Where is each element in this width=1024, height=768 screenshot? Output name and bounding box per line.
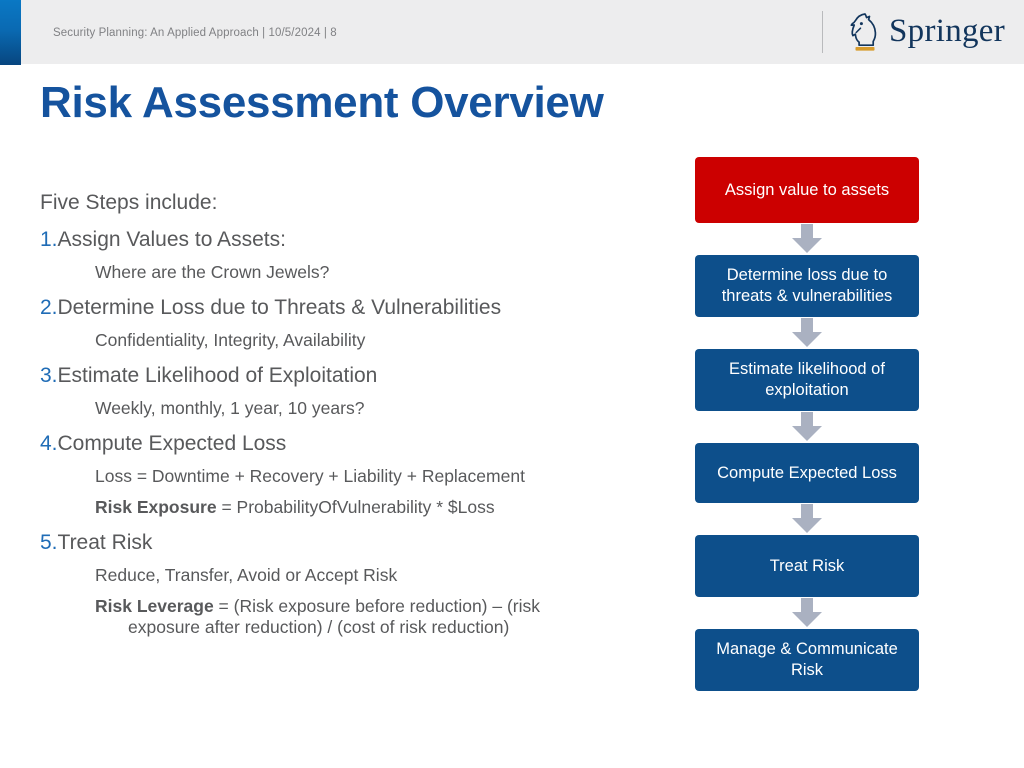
step-detail-5a: Reduce, Transfer, Avoid or Accept Risk <box>95 565 398 585</box>
springer-wordmark: Springer <box>889 13 1006 49</box>
flow-arrow-5 <box>695 597 919 629</box>
flow-box-compute-expected-loss[interactable]: Compute Expected Loss <box>695 443 919 503</box>
step-number-1: 1. <box>40 228 58 251</box>
step-item-3: 3.Estimate Likelihood of Exploitation <box>40 363 660 388</box>
risk-leverage-formula-continued: exposure after reduction) / (cost of ris… <box>128 617 510 637</box>
flow-box-assign-value[interactable]: Assign value to assets <box>695 157 919 223</box>
page-title: Risk Assessment Overview <box>40 78 604 127</box>
step-label-4: Compute Expected Loss <box>57 432 287 455</box>
flow-arrow-2 <box>695 317 919 349</box>
header-breadcrumb: Security Planning: An Applied Approach |… <box>53 27 337 39</box>
springer-logo: Springer <box>845 9 1005 55</box>
arrow-down-icon <box>792 224 822 253</box>
flow-box-manage-communicate-risk[interactable]: Manage & Communicate Risk <box>695 629 919 691</box>
flow-arrow-3 <box>695 411 919 443</box>
step-item-1: 1.Assign Values to Assets: <box>40 227 660 252</box>
list-intro: Five Steps include: <box>40 191 218 214</box>
flow-box-determine-loss[interactable]: Determine loss due to threats & vulnerab… <box>695 255 919 317</box>
flow-arrow-4 <box>695 503 919 535</box>
step-detail-4a: Loss = Downtime + Recovery + Liability +… <box>95 466 525 486</box>
step-detail-2: Confidentiality, Integrity, Availability <box>95 330 366 350</box>
risk-exposure-term: Risk Exposure <box>95 497 217 517</box>
step-number-3: 3. <box>40 364 58 387</box>
step-number-4: 4. <box>40 432 58 455</box>
step-detail-3: Weekly, monthly, 1 year, 10 years? <box>95 398 365 418</box>
step-label-3: Estimate Likelihood of Exploitation <box>57 364 378 387</box>
step-detail-5b: Risk Leverage = (Risk exposure before re… <box>40 596 615 638</box>
flow-arrow-1 <box>695 223 919 255</box>
step-label-1: Assign Values to Assets: <box>57 228 286 251</box>
header-divider <box>822 11 823 53</box>
flow-box-treat-risk[interactable]: Treat Risk <box>695 535 919 597</box>
step-detail-1: Where are the Crown Jewels? <box>95 262 330 282</box>
arrow-down-icon <box>792 504 822 533</box>
step-label-2: Determine Loss due to Threats & Vulnerab… <box>57 296 502 319</box>
arrow-down-icon <box>792 318 822 347</box>
step-label-5: Treat Risk <box>57 531 153 554</box>
step-number-5: 5. <box>40 531 58 554</box>
springer-knight-icon <box>850 13 877 51</box>
risk-leverage-formula: = (Risk exposure before reduction) – (ri… <box>213 596 541 616</box>
arrow-down-icon <box>792 412 822 441</box>
step-number-2: 2. <box>40 296 58 319</box>
step-item-5: 5.Treat Risk <box>40 530 660 555</box>
flow-box-estimate-likelihood[interactable]: Estimate likelihood of exploitation <box>695 349 919 411</box>
step-detail-4b: Risk Exposure = ProbabilityOfVulnerabili… <box>40 497 660 518</box>
header-accent-bar <box>0 0 21 65</box>
risk-assessment-flowchart: Assign value to assets Determine loss du… <box>695 157 919 691</box>
risk-exposure-formula: = ProbabilityOfVulnerability * $Loss <box>216 497 495 517</box>
steps-list: Five Steps include: 1.Assign Values to A… <box>40 190 660 650</box>
arrow-down-icon <box>792 598 822 627</box>
step-item-2: 2.Determine Loss due to Threats & Vulner… <box>40 295 660 320</box>
risk-leverage-term: Risk Leverage <box>95 596 214 616</box>
step-item-4: 4.Compute Expected Loss <box>40 431 660 456</box>
